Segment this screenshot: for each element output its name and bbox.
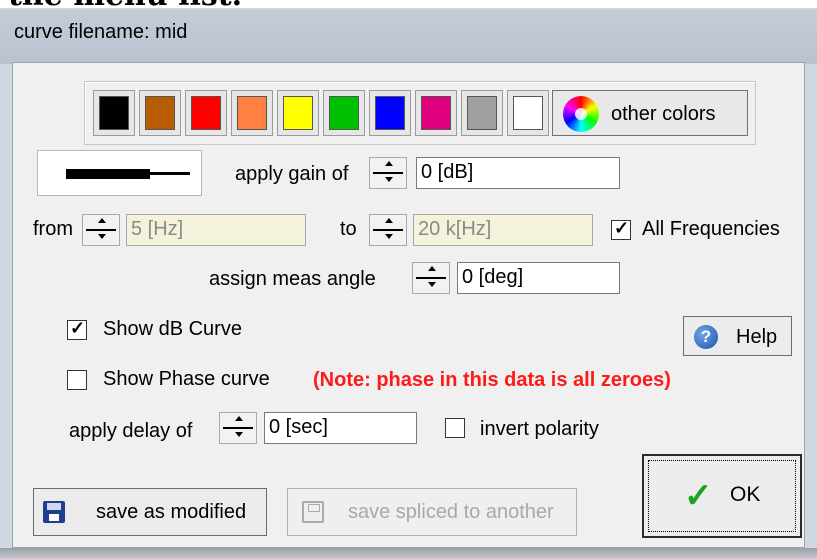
swatch-fill [421,96,451,130]
invert-polarity-checkbox[interactable] [445,418,465,438]
save-as-modified-label: save as modified [96,501,247,523]
floppy-disk-icon [43,501,65,523]
all-frequencies-checkbox[interactable]: ✓ [611,218,631,240]
all-frequencies-label: All Frequencies [642,218,780,240]
swatch-fill [145,96,175,130]
show-phase-label: Show Phase curve [103,368,270,390]
delay-field[interactable]: 0 [sec] [264,412,417,444]
color-wheel-icon [563,96,599,132]
to-frequency-field[interactable]: 20 k[Hz] [413,214,593,246]
swatch-blue[interactable] [369,90,411,136]
line-style-button[interactable] [37,150,202,196]
help-label: Help [736,326,778,348]
swatch-yellow[interactable] [277,90,319,136]
gain-field[interactable]: 0 [dB] [416,157,620,189]
other-colors-label: other colors [611,103,716,125]
from-label: from [33,218,73,240]
swatch-magenta[interactable] [415,90,457,136]
check-icon: ✓ [614,218,630,238]
floppy-disk-icon [302,501,324,523]
focus-rectangle [648,460,796,532]
gain-label: apply gain of [235,163,349,185]
swatch-gray[interactable] [461,90,503,136]
window-title: curve filename: mid [14,21,188,43]
ok-button[interactable]: ✓ OK [642,454,802,538]
delay-label: apply delay of [69,420,193,442]
to-spinner[interactable] [369,214,407,246]
swatch-fill [513,96,543,130]
swatch-fill [329,96,359,130]
help-button[interactable]: ? Help [683,316,792,356]
line-thick-segment [66,169,150,179]
save-spliced-label: save spliced to another [348,501,554,523]
swatch-fill [191,96,221,130]
checkmark-icon: ✓ [684,477,713,515]
swatch-fill [237,96,267,130]
ok-label: OK [730,483,761,506]
phase-note: (Note: phase in this data is all zeroes) [313,369,671,391]
help-icon: ? [694,325,718,349]
invert-polarity-label: invert polarity [480,418,599,440]
swatch-white[interactable] [507,90,549,136]
save-spliced-button: save spliced to another [287,488,577,536]
swatch-orange[interactable] [231,90,273,136]
swatch-red[interactable] [185,90,227,136]
swatch-fill [99,96,129,130]
from-spinner[interactable] [82,214,120,246]
swatch-fill [283,96,313,130]
angle-spinner[interactable] [412,262,450,294]
gain-spinner[interactable] [369,157,407,189]
swatch-fill [467,96,497,130]
line-thin-segment [150,172,190,175]
swatch-brown[interactable] [139,90,181,136]
swatch-fill [375,96,405,130]
from-frequency-field[interactable]: 5 [Hz] [126,214,306,246]
swatch-green[interactable] [323,90,365,136]
swatch-black[interactable] [93,90,135,136]
color-palette: other colors [84,81,756,145]
to-label: to [340,218,357,240]
angle-label: assign meas angle [209,268,376,290]
check-icon: ✓ [70,318,86,338]
other-colors-button[interactable]: other colors [552,90,748,136]
show-db-label: Show dB Curve [103,318,242,340]
show-db-checkbox[interactable]: ✓ [67,318,87,340]
save-as-modified-button[interactable]: save as modified [33,488,267,536]
window-bottom-edge [0,548,817,559]
angle-field[interactable]: 0 [deg] [457,262,620,294]
show-phase-checkbox[interactable] [67,370,87,390]
delay-spinner[interactable] [219,412,257,444]
